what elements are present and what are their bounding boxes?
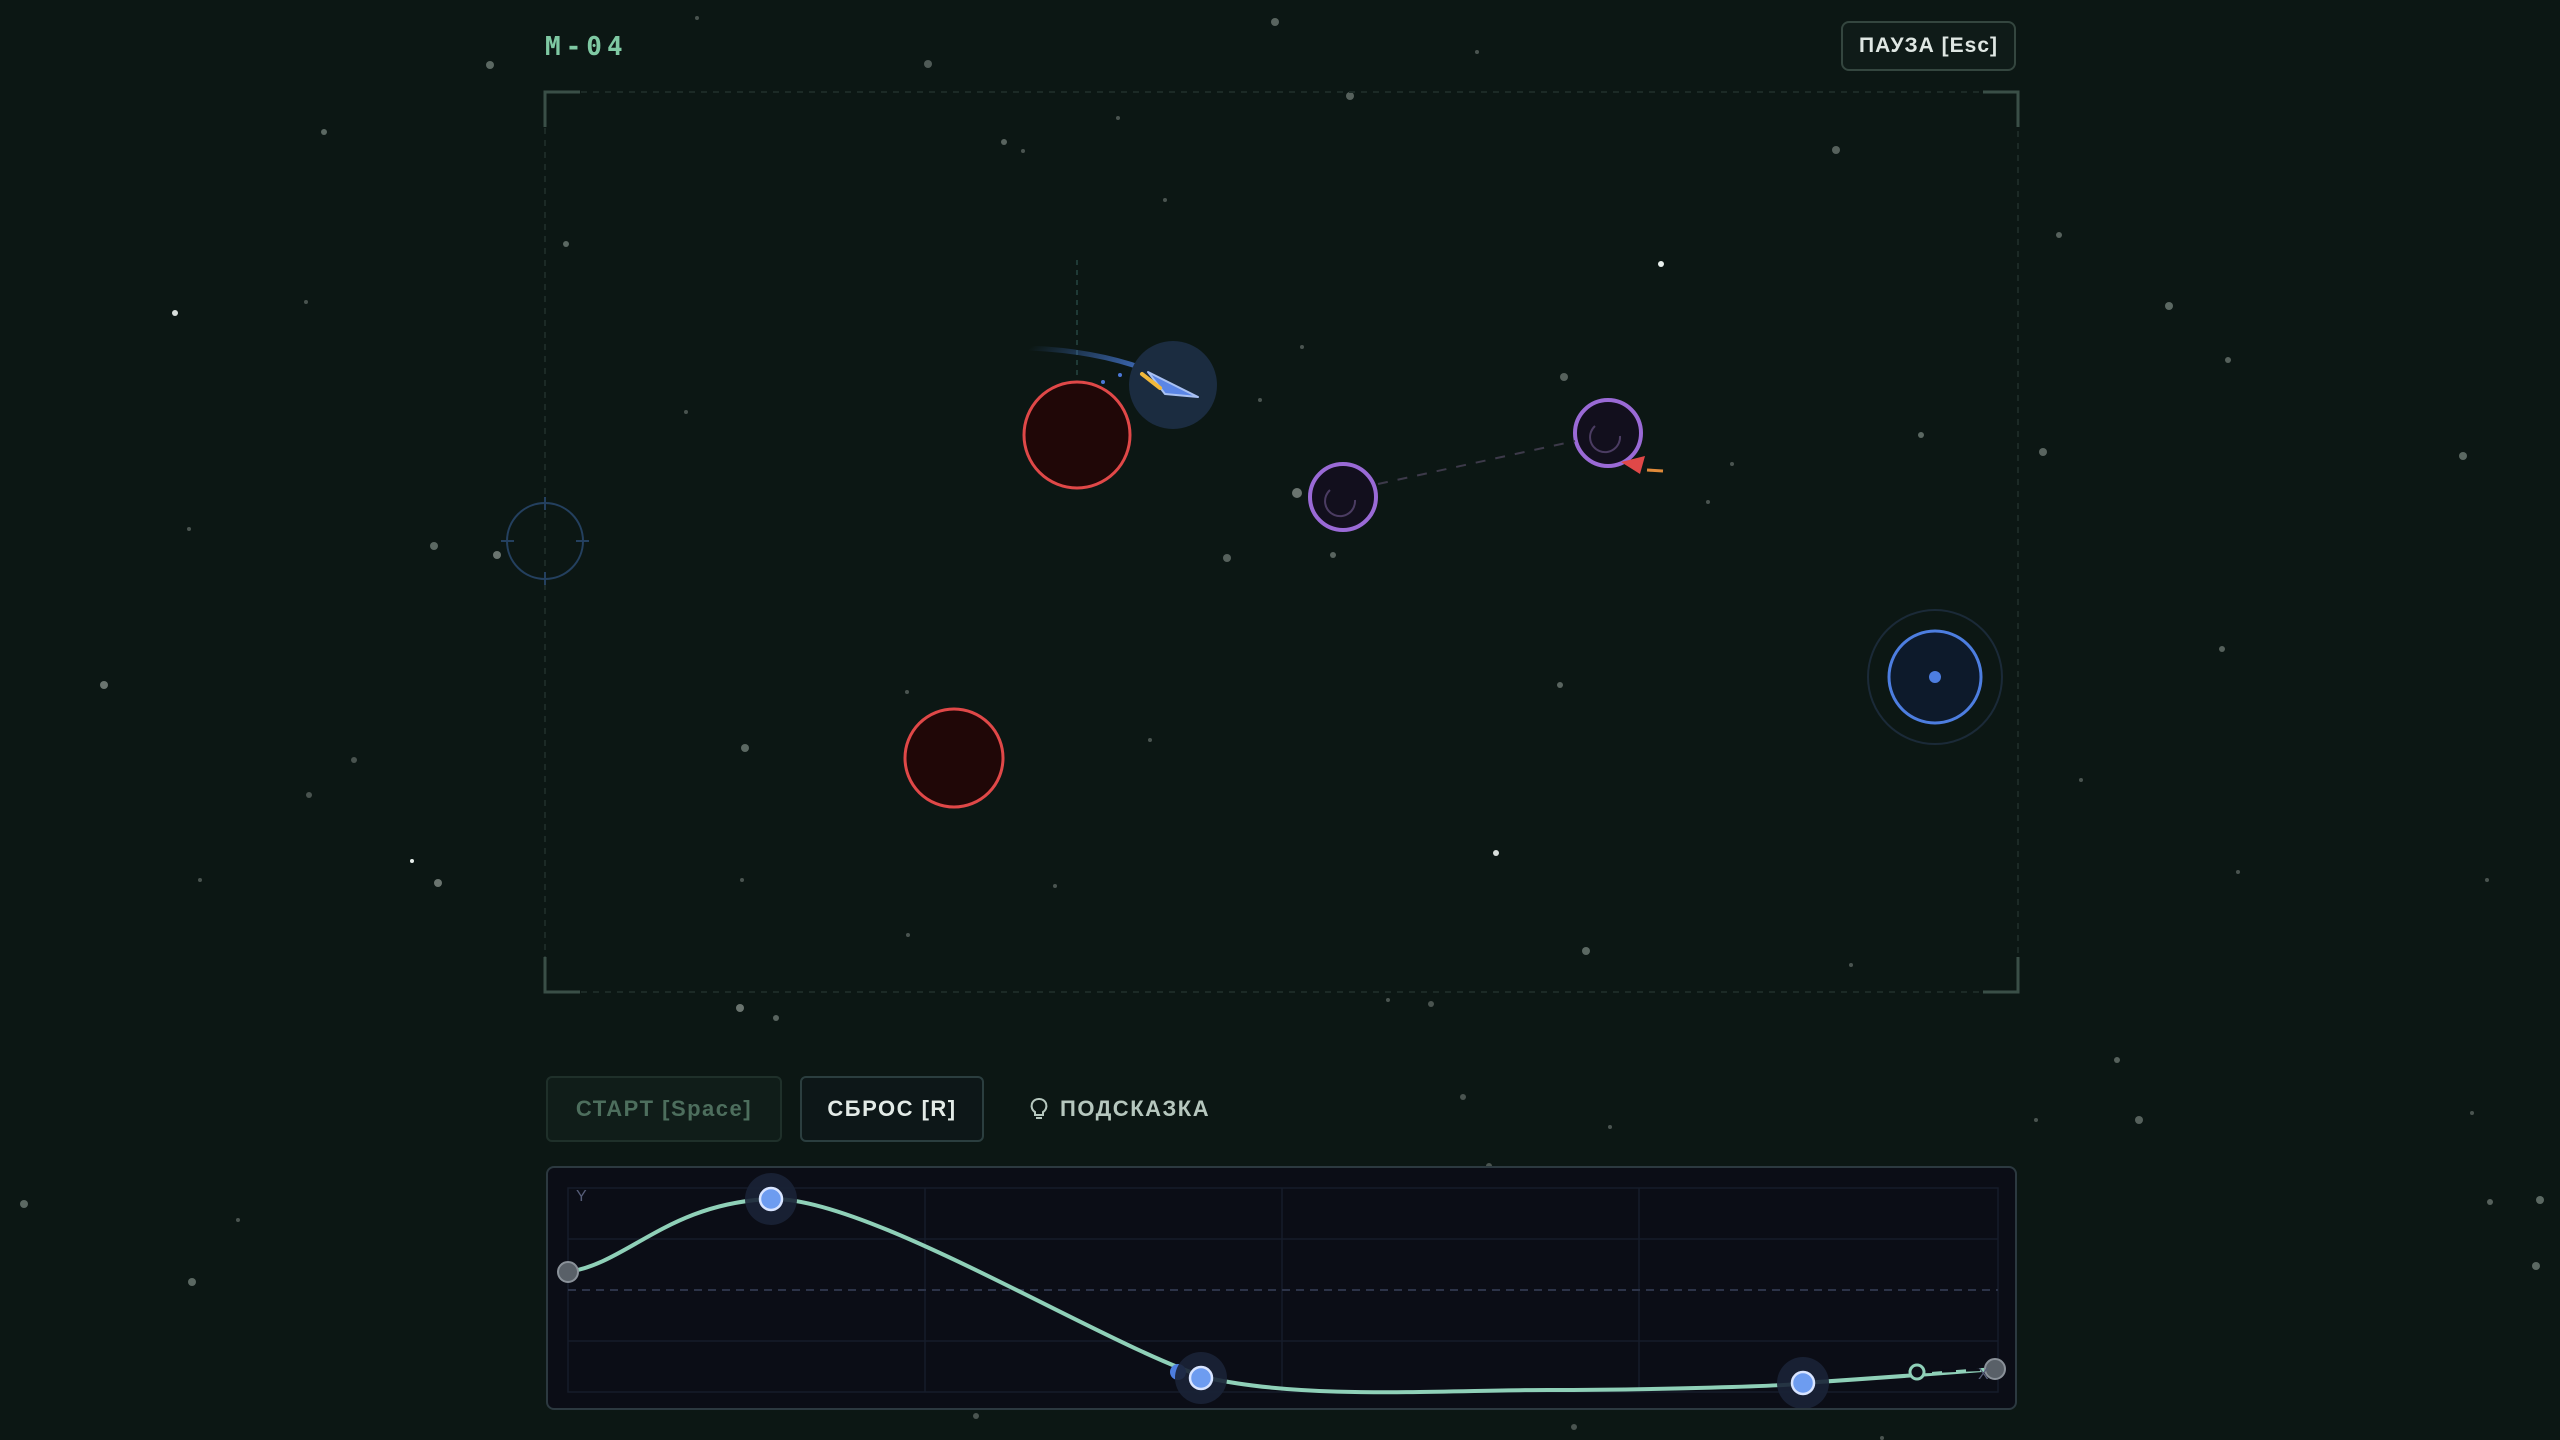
- hazard-sun[interactable]: [903, 707, 1005, 809]
- star: [1571, 1424, 1577, 1430]
- star: [2536, 1196, 2544, 1204]
- star: [20, 1200, 28, 1208]
- target-portal-icon[interactable]: [1867, 609, 2003, 745]
- hazard-sun[interactable]: [1022, 380, 1132, 490]
- hint-button[interactable]: ПОДСКАЗКА: [1030, 1076, 1230, 1142]
- curve-start-point[interactable]: [557, 1261, 579, 1283]
- start-button[interactable]: СТАРТ [Space]: [546, 1076, 782, 1142]
- control-point-hollow[interactable]: [1908, 1363, 1926, 1381]
- control-point[interactable]: [1175, 1352, 1227, 1404]
- star: [236, 1218, 240, 1222]
- portal-marker: [1292, 488, 1302, 498]
- star: [2034, 1118, 2038, 1122]
- control-point[interactable]: [1777, 1357, 1829, 1409]
- play-field: [493, 90, 2020, 994]
- star: [2135, 1116, 2143, 1124]
- star: [1460, 1094, 1466, 1100]
- star: [973, 1413, 979, 1419]
- portal-link: [1377, 440, 1576, 485]
- lightbulb-icon: [1030, 1098, 1048, 1119]
- star: [2487, 1199, 2493, 1205]
- control-point[interactable]: [745, 1173, 797, 1225]
- graph-y-label: Y: [576, 1188, 587, 1205]
- reset-button[interactable]: СБРОС [R]: [800, 1076, 984, 1142]
- star: [188, 1278, 196, 1286]
- trajectory-editor[interactable]: Y X: [546, 1166, 2017, 1410]
- star: [2532, 1262, 2540, 1270]
- wormhole-portal[interactable]: [1308, 462, 1378, 532]
- star: [1608, 1125, 1612, 1129]
- graph-x-label: X: [1978, 1366, 1989, 1383]
- wormhole-portal[interactable]: [1573, 398, 1643, 468]
- arena-corners: [543, 90, 2020, 994]
- hint-label: ПОДСКАЗКА: [1060, 1096, 1211, 1121]
- arena-border: [544, 91, 2019, 993]
- game-screen: M-04 ПАУЗА [Esc] СТАРТ [Space] СБРОС [R]…: [0, 0, 2560, 1440]
- star: [2470, 1111, 2474, 1115]
- trajectory-graph[interactable]: [548, 1168, 2017, 1410]
- star: [1880, 1436, 1884, 1440]
- spawn-point: [493, 551, 501, 559]
